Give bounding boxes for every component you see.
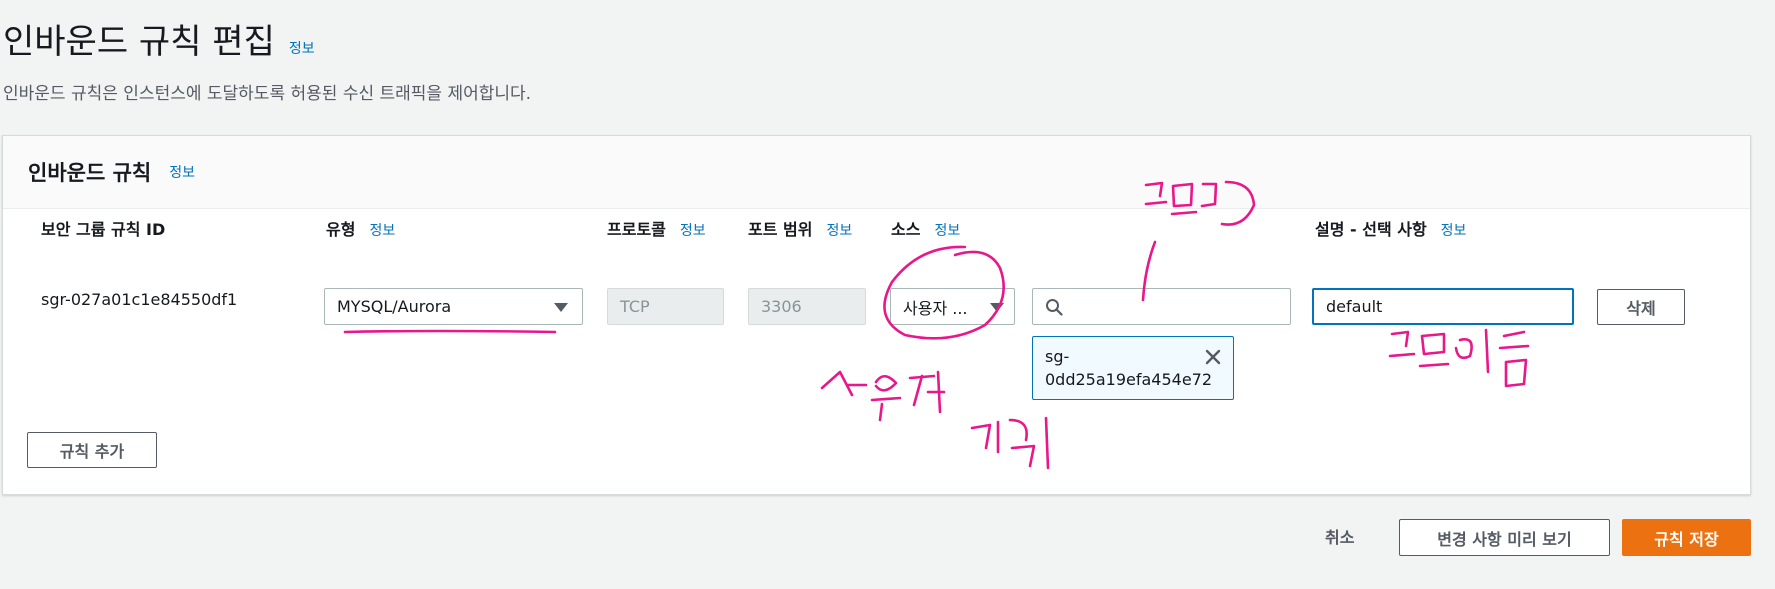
type-select[interactable]: MYSQL/Aurora <box>324 288 583 325</box>
inbound-rules-panel: 인바운드 규칙 정보 보안 그룹 규칙 ID 유형 정보 프로토콜 정보 포트 범위… <box>2 135 1751 495</box>
cancel-button[interactable]: 취소 <box>1325 524 1354 548</box>
type-select-value: MYSQL/Aurora <box>337 297 452 316</box>
close-icon[interactable] <box>1203 347 1223 367</box>
col-header-description: 설명 - 선택 사항 정보 <box>1315 217 1466 244</box>
caret-down-icon <box>554 303 568 312</box>
caret-down-icon <box>990 303 1004 312</box>
page-title-text: 인바운드 규칙 편집 <box>3 22 275 62</box>
search-icon <box>1046 299 1063 316</box>
source-token: sg-0dd25a19efa454e72 <box>1032 336 1234 400</box>
col-header-type: 유형 정보 <box>326 217 395 244</box>
source-select[interactable]: 사용자 ... <box>890 288 1015 325</box>
preview-changes-button[interactable]: 변경 사항 미리 보기 <box>1399 519 1610 556</box>
delete-rule-button[interactable]: 삭제 <box>1597 289 1685 325</box>
source-token-label: sg-0dd25a19efa454e72 <box>1045 347 1213 389</box>
source-search-input[interactable] <box>1032 288 1291 325</box>
col-header-protocol-label: 프로토콜 <box>607 220 666 239</box>
add-rule-button[interactable]: 규칙 추가 <box>27 432 157 468</box>
port-range-field: 3306 <box>748 288 866 325</box>
save-rules-button[interactable]: 규칙 저장 <box>1622 519 1751 556</box>
rule-id-value: sgr-027a01c1e84550df1 <box>41 290 238 309</box>
description-input[interactable]: default <box>1312 288 1574 325</box>
col-header-source-info-link[interactable]: 정보 <box>934 223 960 239</box>
col-header-protocol: 프로토콜 정보 <box>607 217 717 244</box>
description-input-value: default <box>1326 297 1383 316</box>
col-header-description-info-link[interactable]: 정보 <box>1441 223 1467 239</box>
page-title-info-link[interactable]: 정보 <box>289 38 315 58</box>
panel-info-link[interactable]: 정보 <box>169 162 195 182</box>
col-header-port-range: 포트 범위 정보 <box>748 217 858 244</box>
page-description: 인바운드 규칙은 인스턴스에 도달하도록 허용된 수신 트래픽을 제어합니다. <box>3 84 532 104</box>
col-header-port-info-link[interactable]: 정보 <box>826 223 852 239</box>
page-title: 인바운드 규칙 편집 정보 <box>3 14 315 63</box>
col-header-type-label: 유형 <box>326 220 356 239</box>
col-header-rule-id: 보안 그룹 규칙 ID <box>41 217 165 242</box>
col-header-protocol-info-link[interactable]: 정보 <box>680 223 706 239</box>
panel-title: 인바운드 규칙 <box>28 161 152 185</box>
col-header-rule-id-label: 보안 그룹 규칙 ID <box>41 220 166 239</box>
source-select-value: 사용자 ... <box>903 298 968 318</box>
col-header-port-range-label: 포트 범위 <box>748 220 813 239</box>
col-header-description-label: 설명 - 선택 사항 <box>1315 220 1427 239</box>
col-header-source: 소스 정보 <box>891 217 960 244</box>
col-header-type-info-link[interactable]: 정보 <box>369 223 395 239</box>
panel-header: 인바운드 규칙 정보 <box>3 136 1750 209</box>
protocol-field: TCP <box>607 288 724 325</box>
col-header-source-label: 소스 <box>891 220 921 239</box>
